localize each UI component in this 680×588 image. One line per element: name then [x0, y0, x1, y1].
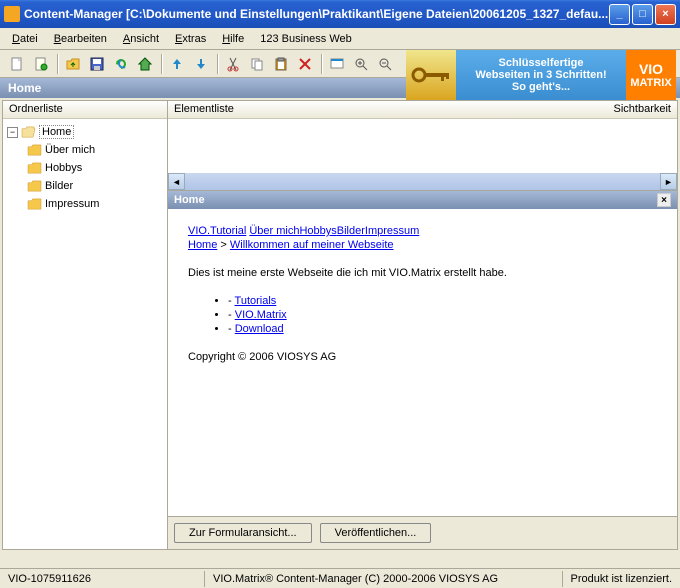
folder-icon — [27, 180, 42, 193]
vio-logo: VIO MATRIX — [626, 50, 676, 100]
element-list: ◄ ► — [168, 119, 677, 191]
menu-bearbeiten[interactable]: Bearbeiten — [48, 31, 113, 47]
menu-extras[interactable]: Extras — [169, 31, 212, 47]
copy-icon[interactable] — [246, 53, 268, 75]
statusbar: VIO-1075911626 VIO.Matrix® Content-Manag… — [0, 568, 680, 588]
folder-tree: − Home Über mich Hobbys Bilder Impressum — [3, 119, 167, 549]
folder-up-icon[interactable] — [62, 53, 84, 75]
link-list: - Tutorials - VIO.Matrix - Download — [188, 295, 657, 335]
sidebar: Ordnerliste − Home Über mich Hobbys Bild… — [3, 101, 168, 549]
content-area: Elementliste Sichtbarkeit ◄ ► Home × VIO… — [168, 101, 677, 549]
copyright-text: Copyright © 2006 VIOSYS AG — [188, 351, 657, 363]
tree-item-bilder[interactable]: Bilder — [27, 177, 163, 195]
nav-vio-tutorial[interactable]: VIO.Tutorial — [188, 225, 246, 237]
nav-hobbys[interactable]: Hobbys — [299, 225, 336, 237]
intro-text: Dies ist meine erste Webseite die ich mi… — [188, 267, 657, 279]
status-id: VIO-1075911626 — [0, 571, 205, 587]
window-title: Content-Manager [C:\Dokumente und Einste… — [24, 7, 609, 21]
paste-icon[interactable] — [270, 53, 292, 75]
nav-bilder[interactable]: Bilder — [337, 225, 365, 237]
sidebar-header[interactable]: Ordnerliste — [3, 101, 167, 119]
titlebar: Content-Manager [C:\Dokumente und Einste… — [0, 0, 680, 28]
link-tutorials[interactable]: Tutorials — [235, 295, 277, 307]
zoom-in-icon[interactable] — [350, 53, 372, 75]
folder-icon — [27, 198, 42, 211]
collapse-icon[interactable]: − — [7, 127, 18, 138]
tree-item-impressum[interactable]: Impressum — [27, 195, 163, 213]
nav-impressum[interactable]: Impressum — [365, 225, 419, 237]
key-icon — [406, 50, 456, 100]
preview-panel-header: Home × — [168, 191, 677, 209]
sichtbarkeit-header[interactable]: Sichtbarkeit — [602, 101, 677, 119]
zoom-out-icon[interactable] — [374, 53, 396, 75]
panel-close-button[interactable]: × — [657, 193, 671, 207]
tree-root-home[interactable]: − Home — [7, 123, 163, 141]
banner[interactable]: Schlüsselfertige Webseiten in 3 Schritte… — [406, 50, 676, 100]
horizontal-scrollbar[interactable]: ◄ ► — [168, 173, 677, 190]
link-vio-matrix[interactable]: VIO.Matrix — [235, 309, 287, 321]
publish-button[interactable]: Veröffentlichen... — [320, 523, 432, 543]
arrow-up-icon[interactable] — [166, 53, 188, 75]
breadcrumb-current[interactable]: Willkommen auf meiner Webseite — [230, 239, 394, 251]
tree-item-hobbys[interactable]: Hobbys — [27, 159, 163, 177]
menubar: Datei Bearbeiten Ansicht Extras Hilfe 12… — [0, 28, 680, 50]
form-view-button[interactable]: Zur Formularansicht... — [174, 523, 312, 543]
delete-icon[interactable] — [294, 53, 316, 75]
scroll-track[interactable] — [185, 173, 660, 190]
maximize-button[interactable]: □ — [632, 4, 653, 25]
link-download[interactable]: Download — [235, 323, 284, 335]
list-item: - Tutorials — [228, 295, 657, 307]
scroll-left-icon[interactable]: ◄ — [168, 173, 185, 190]
list-item: - Download — [228, 323, 657, 335]
status-copyright: VIO.Matrix® Content-Manager (C) 2000-200… — [205, 571, 563, 587]
nav-ueber-mich[interactable]: Über mich — [249, 225, 299, 237]
elementliste-header[interactable]: Elementliste — [168, 101, 602, 119]
folder-open-icon — [21, 126, 36, 139]
list-item: - VIO.Matrix — [228, 309, 657, 321]
folder-icon — [27, 144, 42, 157]
minimize-button[interactable]: _ — [609, 4, 630, 25]
arrow-down-icon[interactable] — [190, 53, 212, 75]
menu-hilfe[interactable]: Hilfe — [216, 31, 250, 47]
status-license: Produkt ist lizenziert. — [563, 571, 680, 587]
cut-icon[interactable] — [222, 53, 244, 75]
folder-icon — [27, 162, 42, 175]
button-row: Zur Formularansicht... Veröffentlichen..… — [168, 516, 677, 549]
tree-item-ueber-mich[interactable]: Über mich — [27, 141, 163, 159]
save-icon[interactable] — [86, 53, 108, 75]
banner-text: Schlüsselfertige Webseiten in 3 Schritte… — [456, 50, 626, 100]
close-button[interactable]: × — [655, 4, 676, 25]
breadcrumb-home[interactable]: Home — [188, 239, 217, 251]
app-icon — [4, 6, 20, 22]
scroll-right-icon[interactable]: ► — [660, 173, 677, 190]
new-file-icon[interactable] — [30, 53, 52, 75]
page-preview: VIO.Tutorial Über michHobbysBilderImpres… — [168, 209, 677, 516]
new-page-icon[interactable] — [6, 53, 28, 75]
menu-ansicht[interactable]: Ansicht — [117, 31, 165, 47]
menu-123-business-web[interactable]: 123 Business Web — [254, 31, 358, 47]
home-icon[interactable] — [134, 53, 156, 75]
preview-icon[interactable] — [326, 53, 348, 75]
refresh-icon[interactable] — [110, 53, 132, 75]
menu-datei[interactable]: Datei — [6, 31, 44, 47]
